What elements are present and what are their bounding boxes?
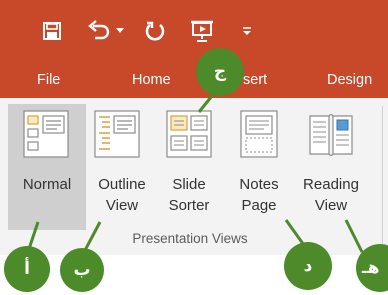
slide-sorter-button[interactable]: Slide Sorter: [158, 104, 220, 230]
normal-view-button[interactable]: Normal: [8, 104, 86, 230]
reading-view-icon: [307, 110, 355, 163]
tab-insert[interactable]: sert: [243, 72, 267, 88]
customize-qat-icon[interactable]: [240, 18, 254, 44]
undo-icon[interactable]: [86, 18, 112, 44]
tab-file[interactable]: File: [37, 72, 60, 88]
callout-jeem: ج: [196, 48, 244, 96]
outline-view-button[interactable]: Outline View: [88, 104, 156, 230]
slide-sorter-label: Slide Sorter: [168, 176, 210, 214]
callout-alef: أ: [4, 246, 50, 292]
callout-dal: د: [284, 242, 332, 290]
notes-page-button[interactable]: Notes Page: [228, 104, 290, 230]
normal-view-label: Normal: [22, 176, 72, 193]
present-from-beginning-icon[interactable]: [188, 18, 216, 44]
group-divider: [382, 106, 383, 246]
notes-page-icon: [236, 110, 282, 163]
notes-page-label: Notes Page: [239, 176, 279, 214]
save-icon[interactable]: [40, 18, 64, 44]
reading-view-button[interactable]: Reading View: [294, 104, 368, 230]
reading-view-label: Reading View: [303, 176, 359, 214]
undo-dropdown-icon[interactable]: [114, 18, 126, 44]
callout-baa: ب: [60, 248, 104, 292]
slide-sorter-icon: [166, 110, 212, 163]
tab-design[interactable]: Design: [327, 72, 372, 88]
outline-view-icon: [94, 110, 140, 163]
group-label-presentation-views: Presentation Views: [132, 231, 248, 246]
tab-home[interactable]: Home: [132, 72, 171, 88]
outline-view-label: Outline View: [98, 176, 146, 214]
redo-icon[interactable]: [142, 18, 168, 44]
normal-view-icon: [23, 110, 69, 163]
